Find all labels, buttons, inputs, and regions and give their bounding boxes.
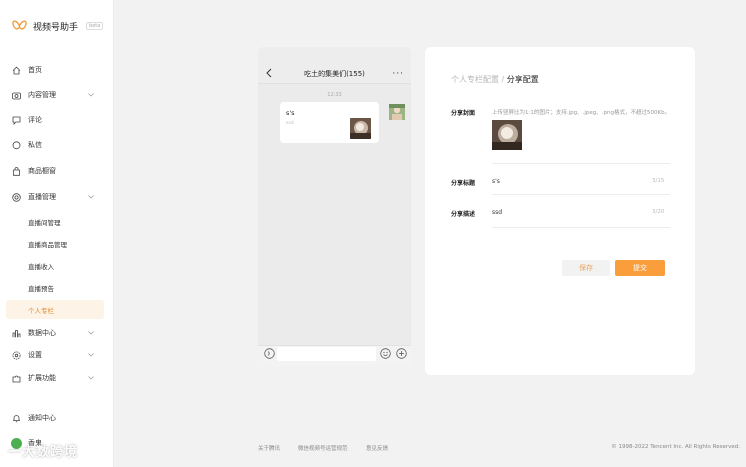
desc-counter: 3/20 (652, 209, 665, 215)
sidebar-item-label: 数据中心 (28, 329, 56, 337)
settings-gear-icon (12, 351, 21, 360)
chat-text-input[interactable] (277, 347, 376, 361)
sidebar-item-home[interactable]: 首页 (0, 61, 113, 79)
cover-label: 分享封面 (451, 110, 476, 117)
title-label: 分享标题 (451, 180, 476, 187)
desc-input[interactable]: ssd (492, 209, 502, 216)
plus-circle-icon[interactable] (396, 348, 407, 359)
chevron-down-icon (88, 93, 94, 97)
home-icon (12, 66, 21, 75)
sidebar-item-settings[interactable]: 设置 (0, 346, 113, 364)
chat-title: 吃土的集美们(155) (304, 70, 365, 78)
chat-header: 吃土的集美们(155) ··· (258, 47, 411, 84)
chat-bubble-icon (12, 140, 21, 150)
sidebar-item-label: 设置 (28, 351, 42, 359)
sender-avatar (389, 104, 405, 120)
desc-label: 分享描述 (451, 211, 476, 218)
chevron-down-icon (88, 353, 94, 357)
camera-icon (12, 91, 21, 100)
sidebar-item-live[interactable]: 直播管理 (0, 188, 113, 206)
sidebar-item-label: 通知中心 (28, 414, 56, 422)
sidebar-item-extensions[interactable]: 扩展功能 (0, 369, 113, 387)
save-button[interactable]: 保存 (562, 260, 610, 276)
cover-image-upload[interactable] (492, 120, 522, 150)
breadcrumb-current: 分享配置 (506, 75, 539, 84)
sidebar-item-data-center[interactable]: 数据中心 (0, 324, 113, 342)
voice-icon[interactable] (264, 348, 275, 359)
sidebar-sub-live-products[interactable]: 直播商品管理 (28, 239, 67, 249)
brand-name: 视频号助手 (33, 22, 79, 33)
sidebar-item-label: 评论 (28, 116, 42, 124)
sidebar-item-label: 商品橱窗 (28, 167, 56, 175)
sidebar-sub-personal-column-label: 个人专栏 (28, 307, 54, 315)
sidebar-item-label: 直播管理 (28, 193, 56, 201)
chevron-down-icon (88, 195, 94, 199)
bubble-desc: ssd (286, 121, 294, 126)
sidebar: 视频号助手 beta 首页 内容管理 评论 私信 商品橱窗 直播管理 直播间管理… (0, 0, 114, 467)
footer-link-rules[interactable]: 微信视频号运营规范 (298, 444, 348, 452)
divider (492, 227, 670, 228)
bar-chart-icon (12, 329, 21, 338)
watermark: 一大数跨境 (8, 445, 79, 460)
emoji-icon[interactable] (380, 348, 391, 359)
sidebar-item-content[interactable]: 内容管理 (0, 86, 113, 104)
divider (492, 194, 670, 195)
sidebar-item-label: 首页 (28, 66, 42, 74)
chevron-down-icon (88, 376, 94, 380)
divider (492, 163, 670, 164)
sidebar-item-messages[interactable]: 私信 (0, 136, 113, 154)
puzzle-icon (12, 374, 21, 383)
breadcrumb-separator: / (499, 75, 507, 84)
more-dots-icon[interactable]: ··· (392, 69, 404, 79)
chat-timestamp: 12:33 (327, 92, 342, 98)
comment-icon (12, 116, 21, 125)
copyright: © 1998-2022 Tencent Inc. All Rights Rese… (611, 444, 740, 450)
sidebar-item-shop-window[interactable]: 商品橱窗 (0, 162, 113, 180)
sidebar-sub-live-preview[interactable]: 直播预告 (28, 283, 54, 293)
sidebar-item-label: 内容管理 (28, 91, 56, 99)
title-counter: 3/15 (652, 178, 665, 184)
shopping-bag-icon (12, 166, 21, 176)
butterfly-logo-icon (12, 20, 27, 30)
sidebar-item-label: 私信 (28, 141, 42, 149)
breadcrumb-parent[interactable]: 个人专栏配置 (451, 75, 499, 84)
bubble-thumbnail (350, 118, 371, 139)
beta-badge: beta (86, 22, 104, 30)
submit-button[interactable]: 提交 (615, 260, 665, 276)
brand[interactable]: 视频号助手 beta (12, 18, 104, 34)
sidebar-sub-live-income[interactable]: 直播收入 (28, 261, 54, 271)
live-icon (12, 192, 21, 202)
cover-hint: 上传竖屏比为1:1的图片；支持.jpg、.jpeg、.png格式，不超过500K… (492, 110, 671, 116)
bubble-title: s's (286, 109, 295, 117)
sidebar-item-comments[interactable]: 评论 (0, 111, 113, 129)
title-input[interactable]: s's (492, 178, 500, 185)
bell-icon (12, 414, 21, 423)
sidebar-sub-live-room[interactable]: 直播间管理 (28, 217, 61, 227)
footer-link-feedback[interactable]: 意见反馈 (366, 444, 388, 452)
sidebar-sub-personal-column[interactable] (6, 300, 104, 319)
share-card-bubble: s's ssd (280, 102, 379, 143)
footer-link-about[interactable]: 关于腾讯 (258, 444, 280, 452)
chevron-down-icon (88, 331, 94, 335)
breadcrumb: 个人专栏配置 / 分享配置 (451, 74, 539, 85)
sidebar-item-notifications[interactable]: 通知中心 (0, 409, 113, 427)
sidebar-item-label: 扩展功能 (28, 374, 56, 382)
